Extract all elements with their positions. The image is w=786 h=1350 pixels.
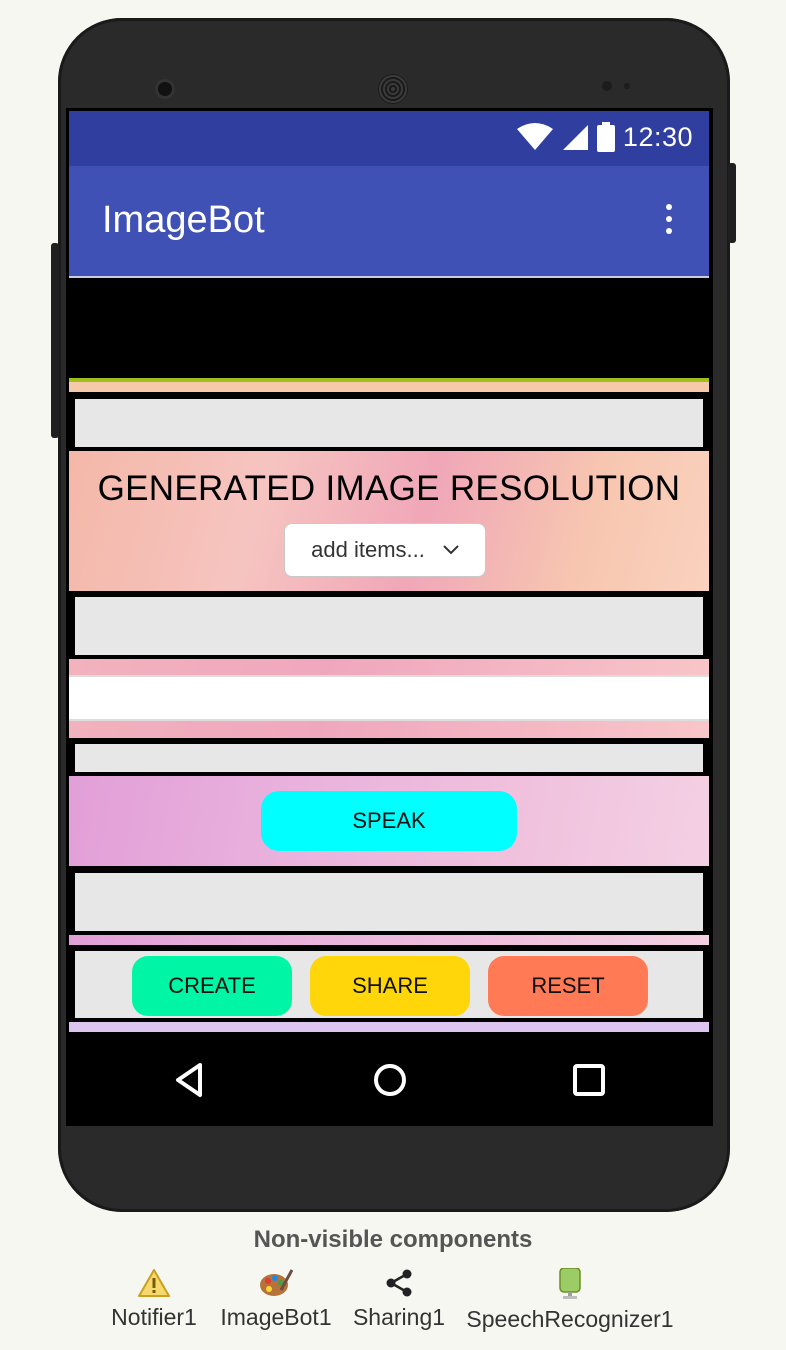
share-icon	[386, 1269, 412, 1297]
status-bar: 12:30	[69, 111, 709, 166]
light-sensor	[624, 83, 630, 89]
non-visible-item-notifier[interactable]: Notifier1	[108, 1268, 200, 1331]
back-icon[interactable]	[170, 1060, 210, 1100]
non-visible-components-title: Non-visible components	[253, 1226, 533, 1253]
signal-icon	[562, 125, 588, 150]
non-visible-item-label: Sharing1	[352, 1304, 446, 1330]
warning-icon	[138, 1269, 170, 1297]
phone-side-button-left	[51, 243, 59, 438]
generated-image	[69, 278, 709, 378]
app-bar: ImageBot	[69, 166, 709, 278]
non-visible-item-speech-recognizer[interactable]: SpeechRecognizer1	[464, 1268, 676, 1333]
resolution-dropdown[interactable]: add items...	[284, 523, 486, 577]
recents-icon[interactable]	[569, 1060, 609, 1100]
create-button[interactable]: CREATE	[132, 956, 292, 1016]
non-visible-item-label: Notifier1	[111, 1304, 197, 1330]
palette-icon	[260, 1269, 293, 1296]
status-time: 12:30	[622, 121, 693, 152]
non-visible-item-label: SpeechRecognizer1	[466, 1306, 674, 1332]
earpiece-speaker	[378, 74, 408, 104]
non-visible-item-label: ImageBot1	[220, 1304, 332, 1330]
text-input-panel	[69, 659, 709, 738]
home-icon[interactable]	[370, 1060, 410, 1100]
main-content: GENERATED IMAGE RESOLUTION add items... …	[69, 278, 709, 1034]
action-buttons-row: CREATE SHARE RESET	[72, 948, 706, 1021]
reset-button[interactable]: RESET	[488, 956, 648, 1016]
phone-screen: 12:30 ImageBot GENERATED IMAGE RESOLUTIO…	[66, 108, 713, 1126]
app-title: ImageBot	[102, 199, 265, 241]
speak-button[interactable]: SPEAK	[261, 791, 517, 851]
spacer-box-4	[72, 870, 706, 934]
microphone-icon	[559, 1268, 581, 1299]
resolution-panel: GENERATED IMAGE RESOLUTION add items...	[69, 451, 709, 591]
divider-strip-2	[69, 935, 709, 945]
prompt-text-input[interactable]	[69, 675, 709, 721]
speak-panel: SPEAK	[69, 776, 709, 866]
resolution-label: GENERATED IMAGE RESOLUTION	[97, 469, 681, 508]
phone-side-button-right	[728, 163, 736, 243]
spacer-box-1	[72, 396, 706, 450]
navigation-bar	[66, 1034, 713, 1126]
divider-strip	[69, 378, 709, 392]
spacer-box-2	[72, 594, 706, 658]
chevron-down-icon	[443, 545, 459, 555]
non-visible-item-imagebot[interactable]: ImageBot1	[217, 1268, 335, 1331]
proximity-sensor	[602, 81, 612, 91]
wifi-icon	[516, 123, 553, 150]
overflow-menu-icon[interactable]	[659, 204, 679, 240]
spacer-box-3	[72, 741, 706, 775]
dropdown-value: add items...	[311, 537, 425, 562]
divider-strip-3	[69, 1022, 709, 1032]
front-camera	[158, 82, 172, 96]
battery-icon	[596, 122, 615, 152]
share-button[interactable]: SHARE	[310, 956, 470, 1016]
non-visible-item-sharing[interactable]: Sharing1	[351, 1268, 447, 1331]
